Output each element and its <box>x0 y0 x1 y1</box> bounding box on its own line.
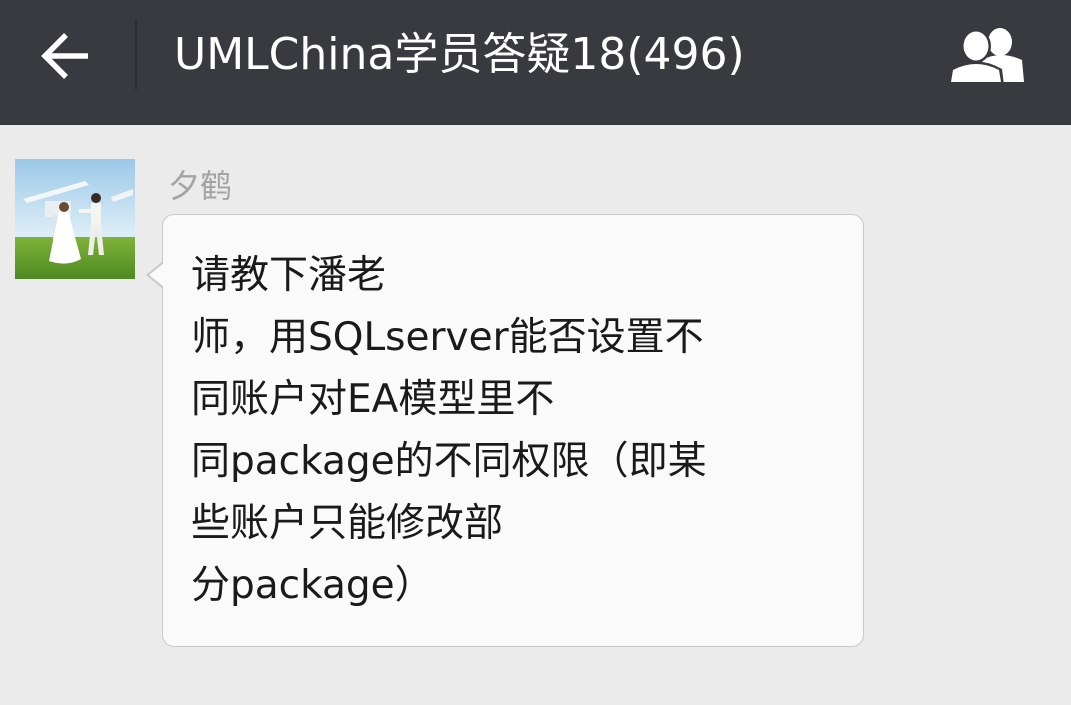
message-line: 师，用SQLserver能否设置不 <box>191 315 704 360</box>
message-line: 请教下潘老 <box>191 253 387 298</box>
message-line: 些账户只能修改部 <box>191 501 504 546</box>
wedding-photo-avatar <box>15 159 135 279</box>
arrow-left-icon <box>41 33 88 79</box>
bubble-tail <box>149 263 164 287</box>
header-divider <box>135 20 137 90</box>
message-line: 同package的不同权限（即某 <box>191 439 707 484</box>
group-members-icon <box>948 28 1024 85</box>
sender-name: 夕鹤 <box>168 167 233 205</box>
message-line: 分package） <box>191 563 434 608</box>
back-button[interactable] <box>18 20 114 92</box>
group-members-button[interactable] <box>930 16 1042 96</box>
top-bar: UMLChina学员答疑18(496) <box>0 0 1071 125</box>
message-bubble[interactable]: 请教下潘老 师，用SQLserver能否设置不 同账户对EA模型里不 同pack… <box>162 214 864 647</box>
chat-title: UMLChina学员答疑18(496) <box>174 29 745 80</box>
sender-avatar[interactable] <box>15 159 135 279</box>
message-row: 夕鹤 请教下潘老 师，用SQLserver能否设置不 同账户对EA模型里不 同p… <box>0 125 1071 705</box>
message-text: 请教下潘老 师，用SQLserver能否设置不 同账户对EA模型里不 同pack… <box>191 245 831 617</box>
message-line: 同账户对EA模型里不 <box>191 377 555 422</box>
